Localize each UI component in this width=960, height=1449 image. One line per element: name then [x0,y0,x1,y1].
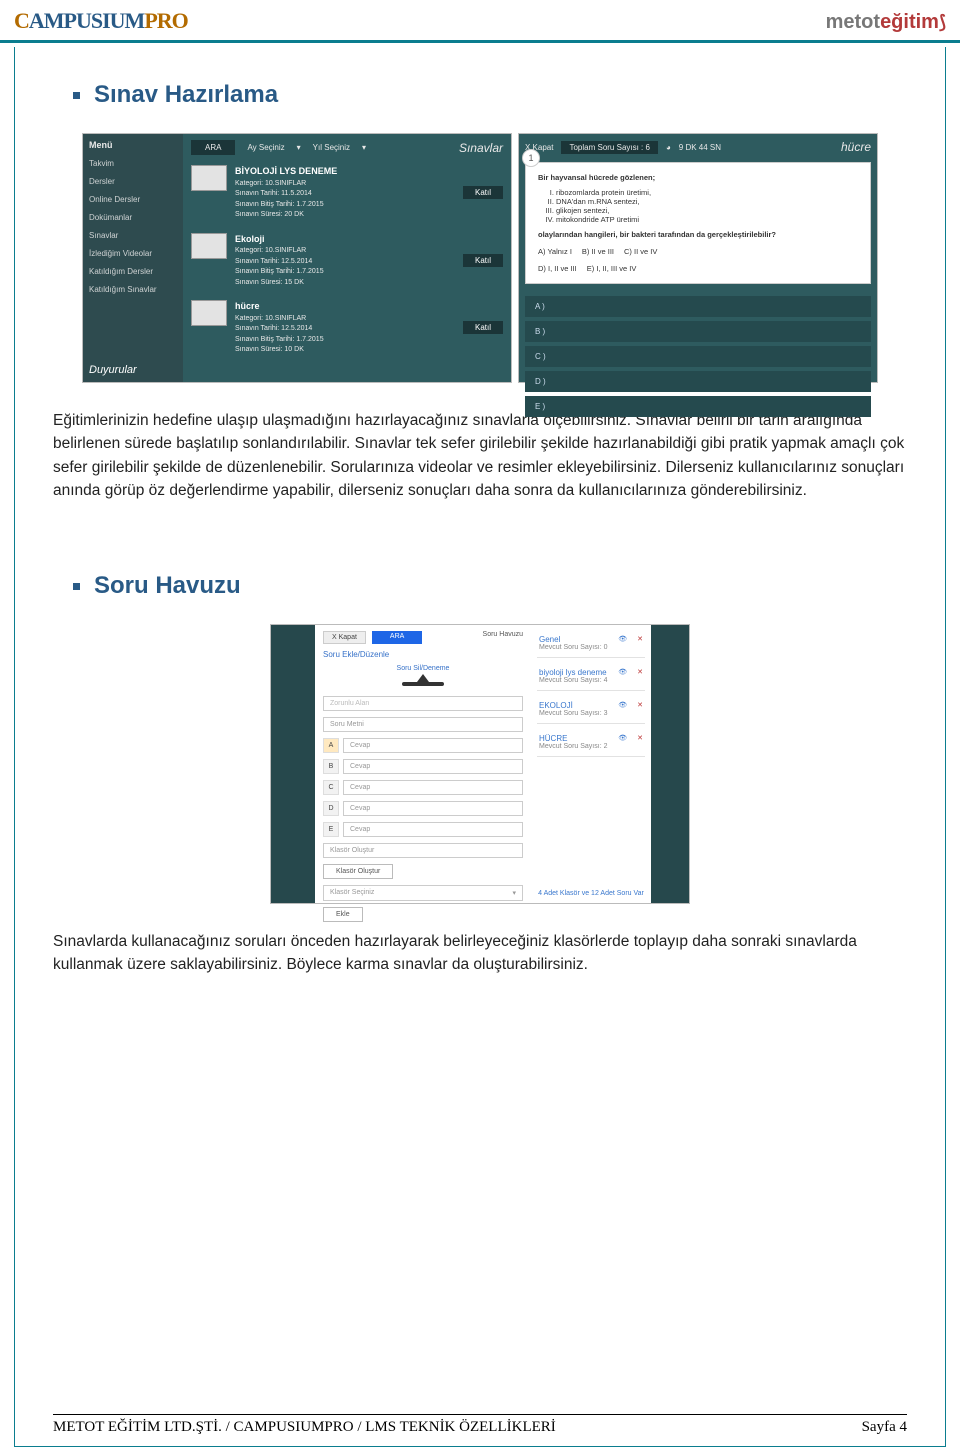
answer-input[interactable]: Cevap [343,780,523,795]
page-content: Sınav Hazırlama Menü Takvim Dersler Onli… [15,47,945,1017]
flame-icon: ⟆ [939,12,946,32]
left-rail [271,625,315,903]
option-label: B [323,759,339,774]
exam-thumbnail [191,233,227,259]
section-heading-sinav-hazirlama: Sınav Hazırlama [53,81,907,109]
image-url-input[interactable]: Zorunlu Alan [323,696,523,711]
view-icon[interactable]: 👁 [618,668,627,676]
question-text-input[interactable]: Soru Metni [323,717,523,732]
option-label: E [323,822,339,837]
clock-icon: ◕ [666,143,671,152]
document-header: CCAMPUSIUMPROAMPUSIUMPRO metoteğitim⟆ [0,0,960,43]
question-card: 1 Bir hayvansal hücrede gözlenen; ribozo… [525,162,871,284]
question-number: 1 [522,149,540,167]
add-edit-title: Soru Ekle/Düzenle [323,650,523,659]
view-icon[interactable]: 👁 [618,635,627,643]
delete-icon[interactable]: ✕ [637,635,643,643]
sidebar-item[interactable]: Sınavlar [89,231,177,240]
exam-title: Ekoloji [235,233,455,247]
sidebar-item[interactable]: İzlediğim Videolar [89,249,177,258]
footer-page-number: Sayfa 4 [862,1419,907,1436]
year-select[interactable]: Yıl Seçiniz [313,143,350,152]
delete-link[interactable]: Soru Sil/Deneme [323,665,523,672]
sidebar-item[interactable]: Katıldığım Dersler [89,267,177,276]
answer-input[interactable]: Cevap [343,759,523,774]
exams-heading: Sınavlar [459,141,503,155]
option-label: A [323,738,339,753]
bullet-icon [73,583,80,590]
answer-option[interactable]: B ) [525,321,871,342]
month-select[interactable]: Ay Seçiniz [247,143,284,152]
logo-metotegitim: metoteğitim⟆ [826,11,946,34]
answer-input[interactable]: Cevap [343,801,523,816]
join-button[interactable]: Katıl [463,254,503,267]
screenshot-row-1: Menü Takvim Dersler Online Dersler Doküm… [53,133,907,383]
answer-input[interactable]: Cevap [343,822,523,837]
exam-title: BİYOLOJİ LYS DENEME [235,165,455,179]
screenshot-exam-question: X Kapat Toplam Soru Sayısı : 6 ◕ 9 DK 44… [518,133,878,383]
answer-option[interactable]: C ) [525,346,871,367]
section2-paragraph: Sınavlarda kullanacağınız soruları önced… [53,930,907,977]
folder-summary: 4 Adet Klasör ve 12 Adet Soru Var [537,890,645,897]
exam-title: hücre [235,300,455,314]
screenshot-row-2: X Kapat ARA Soru Havuzu Soru Ekle/Düzenl… [53,624,907,904]
option-label: C [323,780,339,795]
folder-item[interactable]: ✕👁 biyoloji lys deneme Mevcut Soru Sayıs… [537,664,645,691]
section1-paragraph: Eğitimlerinizin hedefine ulaşıp ulaşmadı… [53,409,907,502]
close-button[interactable]: X Kapat [323,631,366,644]
answer-option[interactable]: D ) [525,371,871,392]
join-button[interactable]: Katıl [463,186,503,199]
exam-card: BİYOLOJİ LYS DENEME Kategori: 10.SINIFLA… [191,165,503,221]
page-footer: METOT EĞİTİM LTD.ŞTİ. / CAMPUSIUMPRO / L… [53,1414,907,1436]
sidebar-item[interactable]: Katıldığım Sınavlar [89,285,177,294]
page-frame: Sınav Hazırlama Menü Takvim Dersler Onli… [14,47,946,1447]
view-icon[interactable]: 👁 [618,734,627,742]
folder-create-input[interactable]: Klasör Oluştur [323,843,523,858]
section-heading-soru-havuzu: Soru Havuzu [53,572,907,600]
sidebar-item[interactable]: Dokümanlar [89,213,177,222]
pool-title: Soru Havuzu [483,631,523,644]
question-count-badge: Toplam Soru Sayısı : 6 [561,141,657,154]
delete-icon[interactable]: ✕ [637,734,643,742]
announcements[interactable]: Duyurular [89,364,177,376]
folder-item[interactable]: ✕👁 Genel Mevcut Soru Sayısı: 0 [537,631,645,658]
exam-name: hücre [841,140,871,154]
option-label: D [323,801,339,816]
delete-icon[interactable]: ✕ [637,701,643,709]
add-button[interactable]: Ekle [323,907,363,922]
screenshot-question-pool: X Kapat ARA Soru Havuzu Soru Ekle/Düzenl… [270,624,690,904]
exam-thumbnail [191,165,227,191]
exam-card: hücre Kategori: 10.SINIFLAR Sınavın Tari… [191,300,503,356]
right-rail [651,625,689,903]
logo-campusiumpro: CCAMPUSIUMPROAMPUSIUMPRO [14,8,188,34]
sidebar-item[interactable]: Online Dersler [89,195,177,204]
folder-item[interactable]: ✕👁 HÜCRE Mevcut Soru Sayısı: 2 [537,730,645,757]
search-button[interactable]: ARA [191,140,235,155]
delete-icon[interactable]: ✕ [637,668,643,676]
folder-item[interactable]: ✕👁 EKOLOJİ Mevcut Soru Sayısı: 3 [537,697,645,724]
exam-card: Ekoloji Kategori: 10.SINIFLAR Sınavın Ta… [191,233,503,289]
sidebar-item[interactable]: Dersler [89,177,177,186]
menu-title: Menü [89,140,177,150]
folder-create-button[interactable]: Klasör Oluştur [323,864,393,879]
view-icon[interactable]: 👁 [618,701,627,709]
join-button[interactable]: Katıl [463,321,503,334]
timer: 9 DK 44 SN [679,143,721,152]
upload-icon[interactable] [402,682,444,686]
search-button[interactable]: ARA [372,631,422,644]
bullet-icon [73,92,80,99]
sidebar-menu: Menü Takvim Dersler Online Dersler Doküm… [83,134,183,382]
screenshot-exam-list: Menü Takvim Dersler Online Dersler Doküm… [82,133,512,383]
answer-option[interactable]: E ) [525,396,871,417]
chevron-down-icon: ▾ [512,889,516,897]
answer-input[interactable]: Cevap [343,738,523,753]
sidebar-item[interactable]: Takvim [89,159,177,168]
folder-select[interactable]: Klasör Seçiniz ▾ [323,885,523,901]
exam-thumbnail [191,300,227,326]
answer-option[interactable]: A ) [525,296,871,317]
footer-left: METOT EĞİTİM LTD.ŞTİ. / CAMPUSIUMPRO / L… [53,1419,556,1436]
